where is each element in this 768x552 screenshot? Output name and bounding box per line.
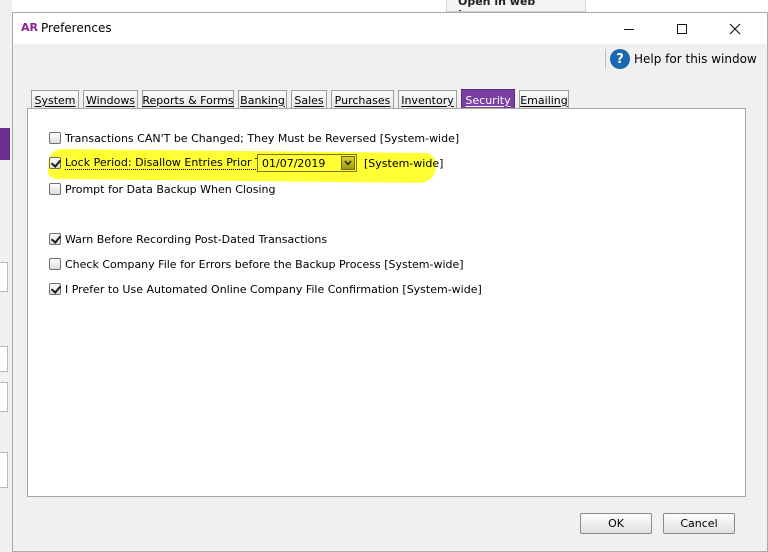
help-divider <box>605 49 606 69</box>
close-icon <box>729 23 741 34</box>
maximize-icon <box>677 23 687 34</box>
app-logo: AR <box>21 21 38 34</box>
preferences-dialog: AR Preferences ? Help for this window Sy… <box>12 12 768 552</box>
background-control <box>0 382 8 412</box>
warn-post-dated-checkbox[interactable] <box>49 233 61 245</box>
tab-reports-forms[interactable]: Reports & Forms <box>142 90 234 109</box>
minimize-icon <box>624 28 634 30</box>
lock-period-option[interactable]: Lock Period: Disallow Entries Prior To: <box>49 155 271 171</box>
background-accent-bar <box>0 128 10 160</box>
tab-windows[interactable]: Windows <box>83 90 138 109</box>
check-company-file-checkbox[interactable] <box>49 258 61 270</box>
lock-period-checkbox[interactable] <box>49 157 61 169</box>
open-in-web-browser-button[interactable]: Open in web browser <box>446 0 586 12</box>
transactions-cant-be-changed-checkbox[interactable] <box>49 132 61 144</box>
option-label: I Prefer to Use Automated Online Company… <box>65 282 482 296</box>
help-for-this-window-link[interactable]: ? Help for this window <box>610 48 757 70</box>
automated-confirmation-checkbox[interactable] <box>49 283 61 295</box>
open-in-web-browser-label: Open in web browser <box>458 0 536 11</box>
background-control <box>0 346 8 372</box>
close-button[interactable] <box>712 13 758 44</box>
lock-date-combobox[interactable]: 01/07/2019 <box>257 154 357 172</box>
minimize-button[interactable] <box>606 13 652 44</box>
option-label: Lock Period: Disallow Entries Prior To: <box>65 156 271 170</box>
check-company-file-option[interactable]: Check Company File for Errors before the… <box>49 256 464 272</box>
option-label: Prompt for Data Backup When Closing <box>65 182 276 196</box>
background-control <box>0 452 8 488</box>
ok-button[interactable]: OK <box>580 513 652 534</box>
background-control <box>0 262 8 292</box>
tab-inventory[interactable]: Inventory <box>398 90 457 109</box>
window-title: Preferences <box>41 21 112 35</box>
tab-system[interactable]: System <box>31 90 79 109</box>
tab-banking[interactable]: Banking <box>238 90 287 109</box>
option-label: Check Company File for Errors before the… <box>65 257 464 271</box>
warn-post-dated-option[interactable]: Warn Before Recording Post-Dated Transac… <box>49 231 327 247</box>
option-label: Transactions CAN'T be Changed; They Must… <box>65 131 460 145</box>
tab-security[interactable]: Security <box>461 89 515 110</box>
cancel-button[interactable]: Cancel <box>663 513 735 534</box>
maximize-button[interactable] <box>659 13 705 44</box>
lock-scope-label: [System-wide] <box>364 157 444 170</box>
help-icon: ? <box>610 49 630 69</box>
dropdown-arrow-icon <box>344 160 352 166</box>
title-bar[interactable]: AR Preferences <box>13 13 767 44</box>
tab-sales[interactable]: Sales <box>291 90 327 109</box>
security-panel: Transactions CAN'T be Changed; They Must… <box>27 108 746 497</box>
prompt-for-backup-option[interactable]: Prompt for Data Backup When Closing <box>49 181 275 197</box>
tab-purchases[interactable]: Purchases <box>331 90 394 109</box>
prompt-for-backup-checkbox[interactable] <box>49 183 61 195</box>
chevron-down-icon[interactable] <box>341 156 355 170</box>
lock-date-value: 01/07/2019 <box>262 156 326 170</box>
help-label: Help for this window <box>634 52 757 66</box>
background-app-edge <box>0 0 12 552</box>
option-label: Warn Before Recording Post-Dated Transac… <box>65 232 328 246</box>
tab-emailing[interactable]: Emailing <box>519 90 569 109</box>
automated-confirmation-option[interactable]: I Prefer to Use Automated Online Company… <box>49 281 482 297</box>
transactions-cant-be-changed-option[interactable]: Transactions CAN'T be Changed; They Must… <box>49 130 459 146</box>
